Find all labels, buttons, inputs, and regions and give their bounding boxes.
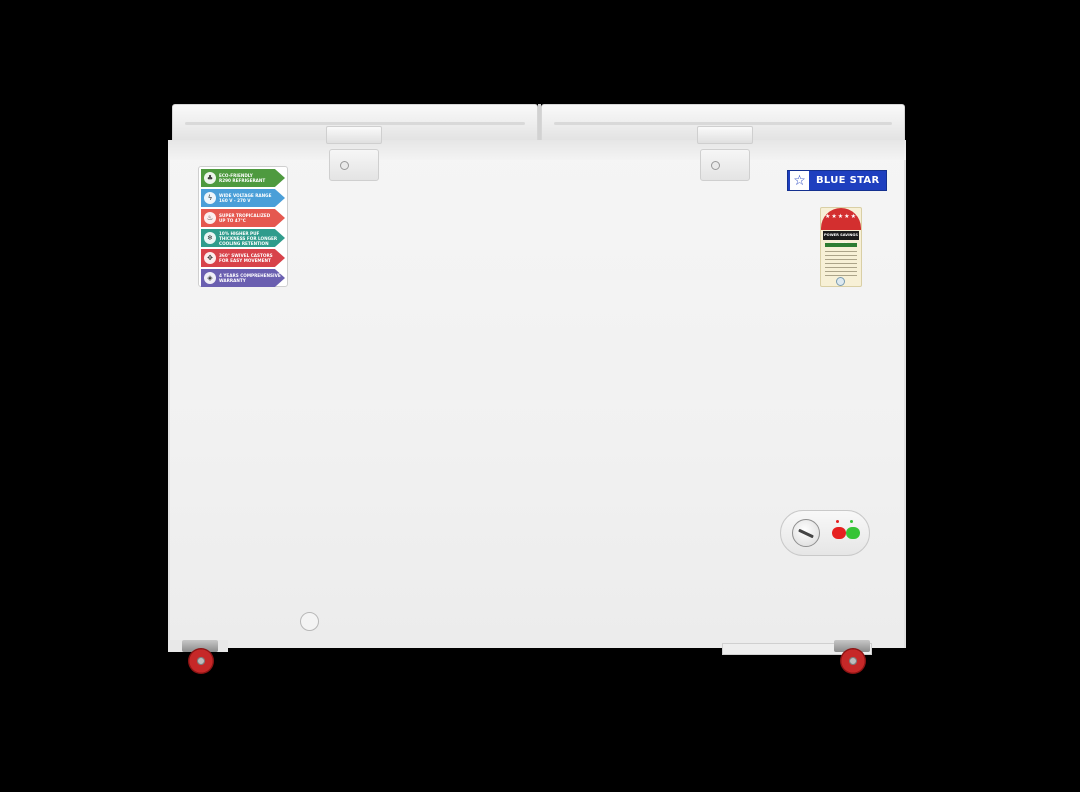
lid-seam bbox=[538, 104, 541, 144]
lid-groove bbox=[554, 122, 892, 125]
feature-text: WIDE VOLTAGE RANGE 160 V - 270 V bbox=[219, 193, 272, 203]
product-image: ☆ BLUE STAR ★★★★★ POWER SAVINGS GUIDE ♣ … bbox=[0, 0, 1080, 792]
drain-plug bbox=[300, 612, 319, 631]
castor-icon: ✥ bbox=[204, 252, 216, 264]
energy-label-title: POWER SAVINGS GUIDE bbox=[823, 231, 859, 246]
right-caster-wheel bbox=[832, 640, 872, 680]
brand-badge: ☆ BLUE STAR bbox=[787, 170, 887, 191]
leaf-icon: ♣ bbox=[204, 172, 216, 184]
power-indicator-light bbox=[832, 527, 846, 539]
running-indicator-dot bbox=[850, 520, 853, 523]
star-in-square-icon: ☆ bbox=[790, 171, 809, 190]
feature-item: ✥ 360° SWIVEL CASTORS FOR EASY MOVEMENT bbox=[201, 249, 285, 267]
feature-item: ♣ ECO-FRIENDLY R290 REFRIGERANT bbox=[201, 169, 285, 187]
star-icons: ★★★★★ bbox=[825, 213, 857, 220]
running-indicator-light bbox=[846, 527, 860, 539]
feature-text: SUPER TROPICALIZED UP TO 47°C bbox=[219, 213, 271, 223]
lid-groove bbox=[185, 122, 525, 125]
snowflake-icon: ❄ bbox=[204, 232, 216, 244]
feature-item: ϟ WIDE VOLTAGE RANGE 160 V - 270 V bbox=[201, 189, 285, 207]
seal-icon bbox=[836, 277, 845, 286]
energy-rating-label: ★★★★★ POWER SAVINGS GUIDE bbox=[820, 207, 862, 287]
power-indicator-dot bbox=[836, 520, 839, 523]
left-caster-wheel bbox=[180, 640, 220, 680]
lock-icon bbox=[340, 161, 349, 170]
feature-item: ◈ 4 YEARS COMPREHENSIVE WARRANTY bbox=[201, 269, 285, 287]
lock-icon bbox=[711, 161, 720, 170]
body-rim bbox=[168, 140, 906, 160]
feature-text: 10% HIGHER PUF THICKNESS FOR LONGER COOL… bbox=[219, 230, 278, 246]
brand-name: BLUE STAR bbox=[816, 175, 880, 186]
feature-text: 360° SWIVEL CASTORS FOR EASY MOVEMENT bbox=[219, 253, 273, 263]
feature-text: 4 YEARS COMPREHENSIVE WARRANTY bbox=[219, 273, 281, 283]
feature-text: ECO-FRIENDLY R290 REFRIGERANT bbox=[219, 173, 266, 183]
energy-label-fine-print bbox=[825, 251, 857, 277]
control-panel bbox=[780, 510, 870, 556]
shield-icon: ◈ bbox=[204, 272, 216, 284]
feature-item: ♨ SUPER TROPICALIZED UP TO 47°C bbox=[201, 209, 285, 227]
thermometer-icon: ♨ bbox=[204, 212, 216, 224]
thermostat-knob-icon[interactable] bbox=[792, 519, 820, 547]
feature-item: ❄ 10% HIGHER PUF THICKNESS FOR LONGER CO… bbox=[201, 229, 285, 247]
feature-sticker: ♣ ECO-FRIENDLY R290 REFRIGERANT ϟ WIDE V… bbox=[198, 166, 288, 287]
voltage-icon: ϟ bbox=[204, 192, 216, 204]
energy-label-band bbox=[825, 243, 857, 247]
